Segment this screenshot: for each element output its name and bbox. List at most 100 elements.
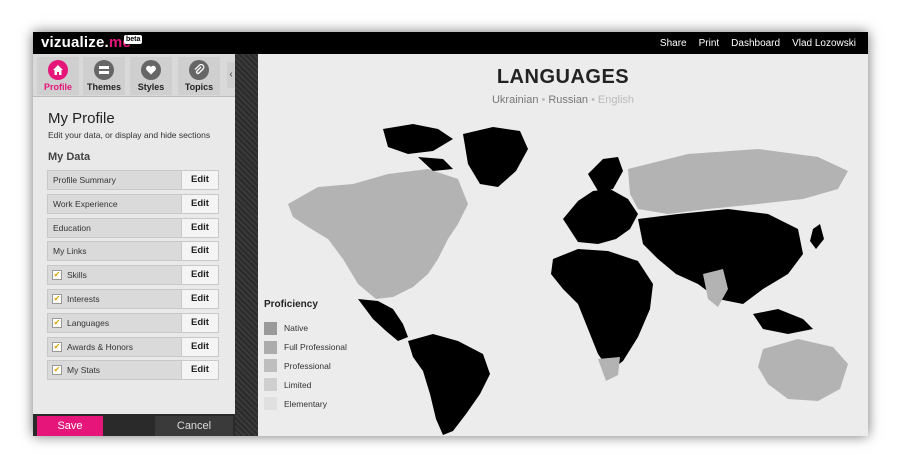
visibility-checkbox[interactable]: ✔ xyxy=(52,317,62,328)
list-item-label: My Stats xyxy=(67,365,101,376)
tab-themes[interactable]: Themes xyxy=(83,57,125,95)
edit-button[interactable]: Edit xyxy=(181,218,218,237)
tab-styles[interactable]: Styles xyxy=(130,57,172,95)
africa xyxy=(551,249,653,371)
legend-swatch xyxy=(264,321,277,335)
app-logo[interactable]: vizualize.me xyxy=(41,34,131,51)
language-english: English xyxy=(597,94,634,106)
tab-label: Themes xyxy=(86,82,121,92)
central-america xyxy=(358,299,408,341)
list-item-label: Work Experience xyxy=(53,198,118,209)
visibility-checkbox[interactable]: ✔ xyxy=(52,341,62,352)
map-title: LANGUAGES xyxy=(496,66,630,88)
section-heading: My Data xyxy=(48,151,91,163)
edit-button[interactable]: Edit xyxy=(181,266,218,285)
legend-item: Limited xyxy=(264,375,347,394)
greenland xyxy=(463,127,528,187)
tab-profile[interactable]: Profile xyxy=(37,57,79,95)
tab-topics[interactable]: Topics xyxy=(178,57,220,95)
legend-label: Professional xyxy=(284,360,331,371)
page-subtitle: Edit your data, or display and hide sect… xyxy=(48,130,211,140)
list-item-label: Profile Summary xyxy=(53,175,116,185)
russia xyxy=(628,149,848,214)
southern-africa xyxy=(598,357,620,381)
dashboard-link[interactable]: Dashboard xyxy=(731,38,780,49)
save-button[interactable]: Save xyxy=(37,416,103,436)
list-item-label: Education xyxy=(53,222,91,233)
world-map xyxy=(288,124,848,435)
user-name-link[interactable]: Vlad Lozowski xyxy=(792,38,856,49)
data-sections-list: Profile Summary Edit Work Experience Edit Ed… xyxy=(47,170,219,384)
collapse-sidebar-button[interactable]: ‹ xyxy=(227,62,235,88)
australia xyxy=(758,339,848,401)
legend-swatch xyxy=(264,340,277,354)
arctic-islands xyxy=(383,124,453,171)
north-america xyxy=(288,169,468,299)
list-item: ✔ Interests Edit xyxy=(47,288,219,309)
sidebar-tabs: Profile Themes Styles Topics ‹ xyxy=(33,54,235,97)
app-window: vizualize.me beta Share Print Dashboard … xyxy=(33,32,868,436)
logo-main: vizualize. xyxy=(41,34,109,51)
heart-icon xyxy=(141,60,161,80)
cancel-button[interactable]: Cancel xyxy=(155,416,233,436)
legend-title: Proficiency xyxy=(264,299,318,310)
edit-button[interactable]: Edit xyxy=(181,194,218,213)
list-item-label: Skills xyxy=(67,270,87,281)
sidebar-footer: Save Cancel xyxy=(33,414,235,436)
scandinavia xyxy=(588,157,623,191)
list-item-label: Awards & Honors xyxy=(67,341,133,352)
list-item: ✔ Awards & Honors Edit xyxy=(47,336,219,357)
print-link[interactable]: Print xyxy=(699,38,720,49)
legend-item: Professional xyxy=(264,357,347,376)
sidebar: Profile Themes Styles Topics ‹ My Profil… xyxy=(33,54,235,436)
europe xyxy=(563,189,638,244)
tab-label: Styles xyxy=(137,82,165,92)
edit-button[interactable]: Edit xyxy=(181,242,218,261)
resize-handle[interactable] xyxy=(235,54,258,436)
tab-label: Profile xyxy=(43,82,72,92)
top-bar: vizualize.me beta Share Print Dashboard … xyxy=(33,32,868,54)
themes-icon xyxy=(94,60,114,80)
list-item: Work Experience Edit xyxy=(47,193,219,214)
visibility-checkbox[interactable]: ✔ xyxy=(52,293,62,304)
language-ukrainian: Ukrainian xyxy=(491,94,539,106)
list-item: ✔ Skills Edit xyxy=(47,265,219,286)
visibility-checkbox[interactable]: ✔ xyxy=(52,270,62,281)
edit-button[interactable]: Edit xyxy=(181,361,218,380)
languages-list: Ukrainian • Russian • English xyxy=(491,94,634,106)
legend-label: Native xyxy=(284,323,309,334)
list-item: Profile Summary Edit xyxy=(47,170,219,190)
tab-label: Topics xyxy=(184,82,214,92)
legend-item: Native xyxy=(264,319,347,338)
language-russian: Russian xyxy=(548,94,589,106)
preview-pane: LANGUAGES Ukrainian•Russian•English xyxy=(258,54,868,436)
legend-swatch xyxy=(264,397,277,411)
legend-item: Full Professional xyxy=(264,338,347,357)
southeast-asia xyxy=(753,309,813,334)
list-item-label: Languages xyxy=(67,317,110,328)
beta-badge: beta xyxy=(124,35,143,44)
list-item: My Links Edit xyxy=(47,241,219,262)
list-item: Education Edit xyxy=(47,217,219,238)
page-title: My Profile xyxy=(48,110,115,127)
edit-button[interactable]: Edit xyxy=(181,171,218,189)
legend-swatch xyxy=(264,359,277,373)
home-icon xyxy=(48,60,68,80)
chevron-left-icon: ‹ xyxy=(229,69,233,80)
proficiency-legend: Proficiency Native Full Professional Profe… xyxy=(264,299,347,413)
share-link[interactable]: Share xyxy=(660,38,687,49)
edit-button[interactable]: Edit xyxy=(181,337,218,356)
south-asia xyxy=(703,269,728,307)
list-item: ✔ Languages Edit xyxy=(47,312,219,333)
legend-item: Elementary xyxy=(264,394,347,413)
list-item-label: Interests xyxy=(67,293,100,304)
legend-swatch xyxy=(264,378,277,392)
japan xyxy=(810,224,824,249)
legend-label: Limited xyxy=(284,379,312,390)
paperclip-icon xyxy=(189,60,209,80)
visibility-checkbox[interactable]: ✔ xyxy=(52,365,62,376)
edit-button[interactable]: Edit xyxy=(181,313,218,332)
edit-button[interactable]: Edit xyxy=(181,289,218,308)
list-item-label: My Links xyxy=(53,246,87,257)
south-america xyxy=(408,334,490,435)
